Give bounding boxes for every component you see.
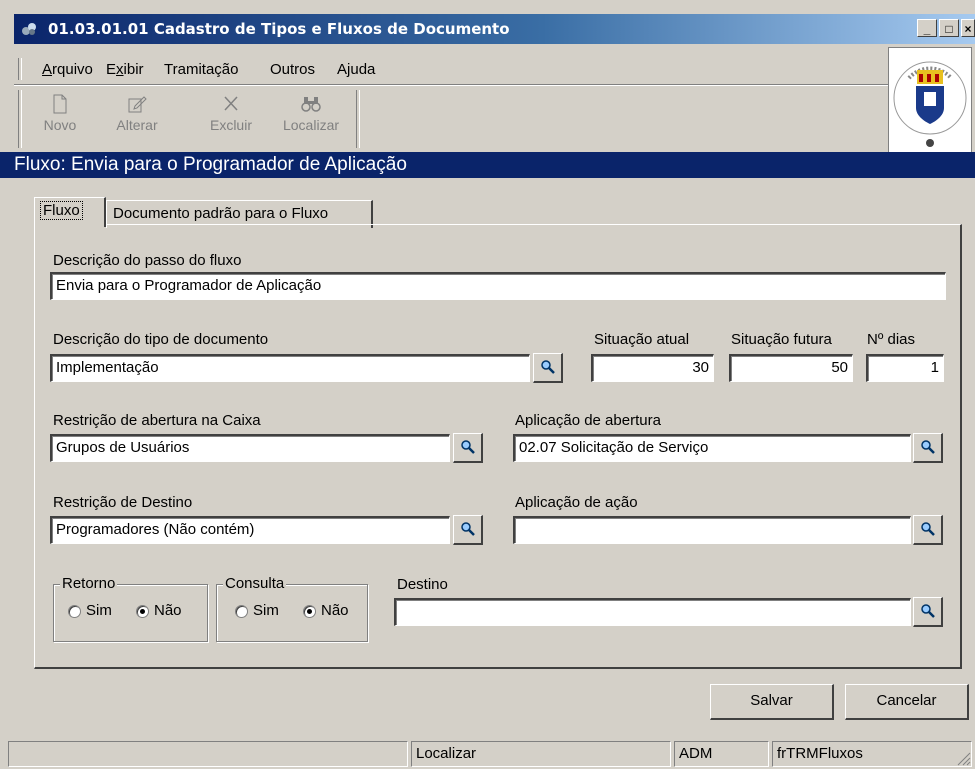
menu-exibir-rest: ibir bbox=[123, 61, 144, 78]
restricao-destino-input[interactable]: Programadores (Não contém) bbox=[50, 516, 450, 544]
toolbar-edit-button[interactable]: Alterar bbox=[102, 90, 172, 150]
toolbar-edit-label: Alterar bbox=[116, 117, 158, 133]
search-icon bbox=[920, 522, 935, 536]
retorno-sim-label[interactable]: Sim bbox=[86, 602, 112, 619]
aplicacao-abertura-label: Aplicação de abertura bbox=[515, 412, 661, 429]
aplicacao-acao-input[interactable] bbox=[513, 516, 911, 544]
descricao-tipo-input[interactable]: Implementação bbox=[50, 354, 530, 382]
search-icon bbox=[540, 360, 555, 374]
close-button[interactable]: × bbox=[961, 19, 975, 37]
minimize-button[interactable]: _ bbox=[917, 19, 937, 37]
toolbar-delete-label: Excluir bbox=[209, 117, 252, 133]
menu-outros[interactable]: Outros bbox=[270, 61, 315, 78]
search-icon bbox=[460, 440, 475, 454]
maximize-button[interactable]: □ bbox=[939, 19, 959, 37]
consulta-group-title: Consulta bbox=[223, 575, 287, 592]
situacao-futura-label: Situação futura bbox=[731, 331, 832, 348]
menu-arquivo-rest: rquivo bbox=[52, 61, 93, 78]
destino-search-button[interactable] bbox=[913, 597, 943, 627]
aplicacao-acao-label: Aplicação de ação bbox=[515, 494, 638, 511]
situacao-atual-input[interactable]: 30 bbox=[591, 354, 714, 382]
menu-ajuda-rest: uda bbox=[350, 61, 376, 78]
menu-ajuda[interactable]: Ajuda bbox=[337, 61, 375, 78]
restricao-abertura-label: Restrição de abertura na Caixa bbox=[53, 412, 261, 429]
search-icon bbox=[920, 440, 935, 454]
consulta-group: Consulta Sim Não bbox=[216, 575, 368, 642]
retorno-sim-radio[interactable] bbox=[68, 605, 81, 618]
university-seal-logo bbox=[888, 47, 972, 153]
tab-documento-padrao-label: Documento padrão para o Fluxo bbox=[113, 205, 329, 222]
num-dias-input[interactable]: 1 bbox=[866, 354, 944, 382]
consulta-nao-label[interactable]: Não bbox=[321, 602, 349, 619]
menu-separator-light bbox=[14, 85, 890, 86]
consulta-sim-label[interactable]: Sim bbox=[253, 602, 279, 619]
menu-grip[interactable] bbox=[18, 58, 22, 80]
seal-image bbox=[893, 61, 967, 147]
menu-arquivo[interactable]: Arquivo bbox=[42, 61, 93, 78]
title-bar[interactable]: 01.03.01.01 Cadastro de Tipos e Fluxos d… bbox=[14, 14, 975, 44]
descricao-passo-input[interactable]: Envia para o Programador de Aplicação bbox=[50, 272, 946, 300]
toolbar-delete-button[interactable]: Excluir bbox=[204, 90, 258, 150]
retorno-nao-radio[interactable] bbox=[136, 605, 149, 618]
aplicacao-abertura-search-button[interactable] bbox=[913, 433, 943, 463]
flow-header: Fluxo: Envia para o Programador de Aplic… bbox=[0, 152, 975, 178]
cancel-button[interactable]: Cancelar bbox=[845, 684, 969, 720]
binoculars-icon bbox=[301, 97, 321, 112]
search-icon bbox=[460, 522, 475, 536]
menu-tramitacao[interactable]: Tramitação bbox=[164, 61, 238, 78]
menu-exibir-access: x bbox=[116, 61, 124, 78]
tab-fluxo-label: Fluxo bbox=[40, 201, 83, 220]
aplicacao-abertura-input[interactable]: 02.07 Solicitação de Serviço bbox=[513, 434, 911, 462]
status-panel-4: frTRMFluxos bbox=[772, 741, 972, 767]
edit-icon bbox=[128, 96, 147, 113]
app-icon bbox=[22, 23, 36, 35]
toolbar-new-label: Novo bbox=[43, 117, 77, 133]
situacao-futura-input[interactable]: 50 bbox=[729, 354, 853, 382]
situacao-atual-label: Situação atual bbox=[594, 331, 690, 348]
restricao-abertura-input[interactable]: Grupos de Usuários bbox=[50, 434, 450, 462]
consulta-nao-radio[interactable] bbox=[303, 605, 316, 618]
retorno-nao-label[interactable]: Não bbox=[154, 602, 182, 619]
window-title: 01.03.01.01 Cadastro de Tipos e Fluxos d… bbox=[48, 20, 510, 38]
menu-arquivo-access: A bbox=[42, 61, 53, 78]
destino-input[interactable] bbox=[394, 598, 911, 626]
status-panel-1 bbox=[8, 741, 408, 767]
descricao-tipo-label: Descrição do tipo de documento bbox=[53, 331, 269, 348]
menu-bar: Arquivo Exibir Tramitação Outros Ajuda bbox=[14, 56, 890, 84]
menu-exibir-e: E bbox=[106, 61, 117, 78]
destino-label: Destino bbox=[397, 576, 448, 593]
restricao-destino-search-button[interactable] bbox=[453, 515, 483, 545]
toolbar-grip[interactable] bbox=[18, 90, 22, 148]
aplicacao-acao-search-button[interactable] bbox=[913, 515, 943, 545]
menu-exibir[interactable]: Exibir bbox=[106, 61, 144, 78]
save-button[interactable]: Salvar bbox=[710, 684, 834, 720]
menu-ajuda-a: A bbox=[337, 61, 348, 78]
retorno-group: Retorno Sim Não bbox=[53, 575, 208, 642]
new-document-icon bbox=[53, 94, 67, 114]
toolbar-find-label: Localizar bbox=[282, 117, 340, 133]
tab-fluxo[interactable]: Fluxo bbox=[34, 197, 106, 227]
descricao-passo-label: Descrição do passo do fluxo bbox=[53, 252, 242, 269]
delete-x-icon bbox=[224, 96, 238, 111]
toolbar-new-button[interactable]: Novo bbox=[33, 90, 87, 150]
toolbar-find-button[interactable]: Localizar bbox=[276, 90, 346, 150]
search-icon bbox=[920, 604, 935, 618]
restricao-abertura-search-button[interactable] bbox=[453, 433, 483, 463]
descricao-tipo-search-button[interactable] bbox=[533, 353, 563, 383]
consulta-sim-radio[interactable] bbox=[235, 605, 248, 618]
restricao-destino-label: Restrição de Destino bbox=[53, 494, 193, 511]
resize-grip-icon[interactable] bbox=[955, 750, 971, 766]
retorno-group-title: Retorno bbox=[60, 575, 118, 592]
status-panel-2: Localizar bbox=[411, 741, 671, 767]
num-dias-label: Nº dias bbox=[867, 331, 915, 348]
status-panel-3: ADM bbox=[674, 741, 769, 767]
toolbar-separator bbox=[356, 90, 360, 148]
